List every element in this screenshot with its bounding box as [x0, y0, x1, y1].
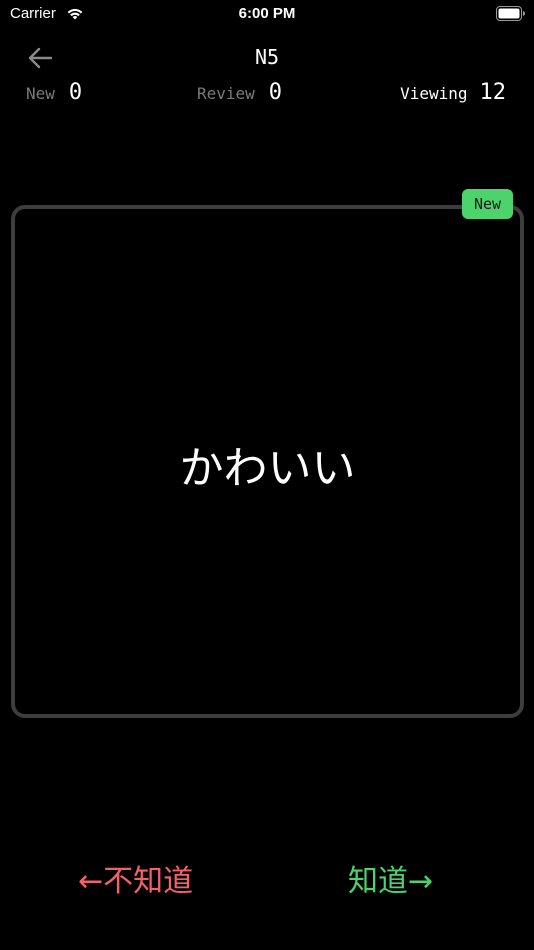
stat-new-value: 0 — [68, 80, 83, 105]
stat-viewing-label: Viewing — [400, 84, 468, 103]
stat-review-label: Review — [197, 84, 255, 103]
battery-icon — [496, 6, 525, 21]
card-word: かわいい — [179, 442, 356, 494]
status-bar: Carrier 6:00 PM — [0, 0, 534, 28]
deck-title: N5 — [254, 45, 280, 69]
stat-viewing: Viewing 12 — [400, 80, 506, 105]
new-badge: New — [462, 189, 513, 219]
stat-new: New 0 — [26, 80, 82, 105]
flashcard[interactable]: かわいい — [11, 205, 524, 718]
stat-review-value: 0 — [268, 80, 283, 105]
know-button[interactable]: 知道→ — [348, 856, 433, 900]
status-time: 6:00 PM — [238, 5, 296, 22]
stat-viewing-value: 12 — [479, 80, 507, 105]
stat-new-label: New — [26, 84, 55, 103]
dont-know-button[interactable]: ←不知道 — [78, 856, 193, 900]
stat-review: Review 0 — [197, 80, 282, 105]
